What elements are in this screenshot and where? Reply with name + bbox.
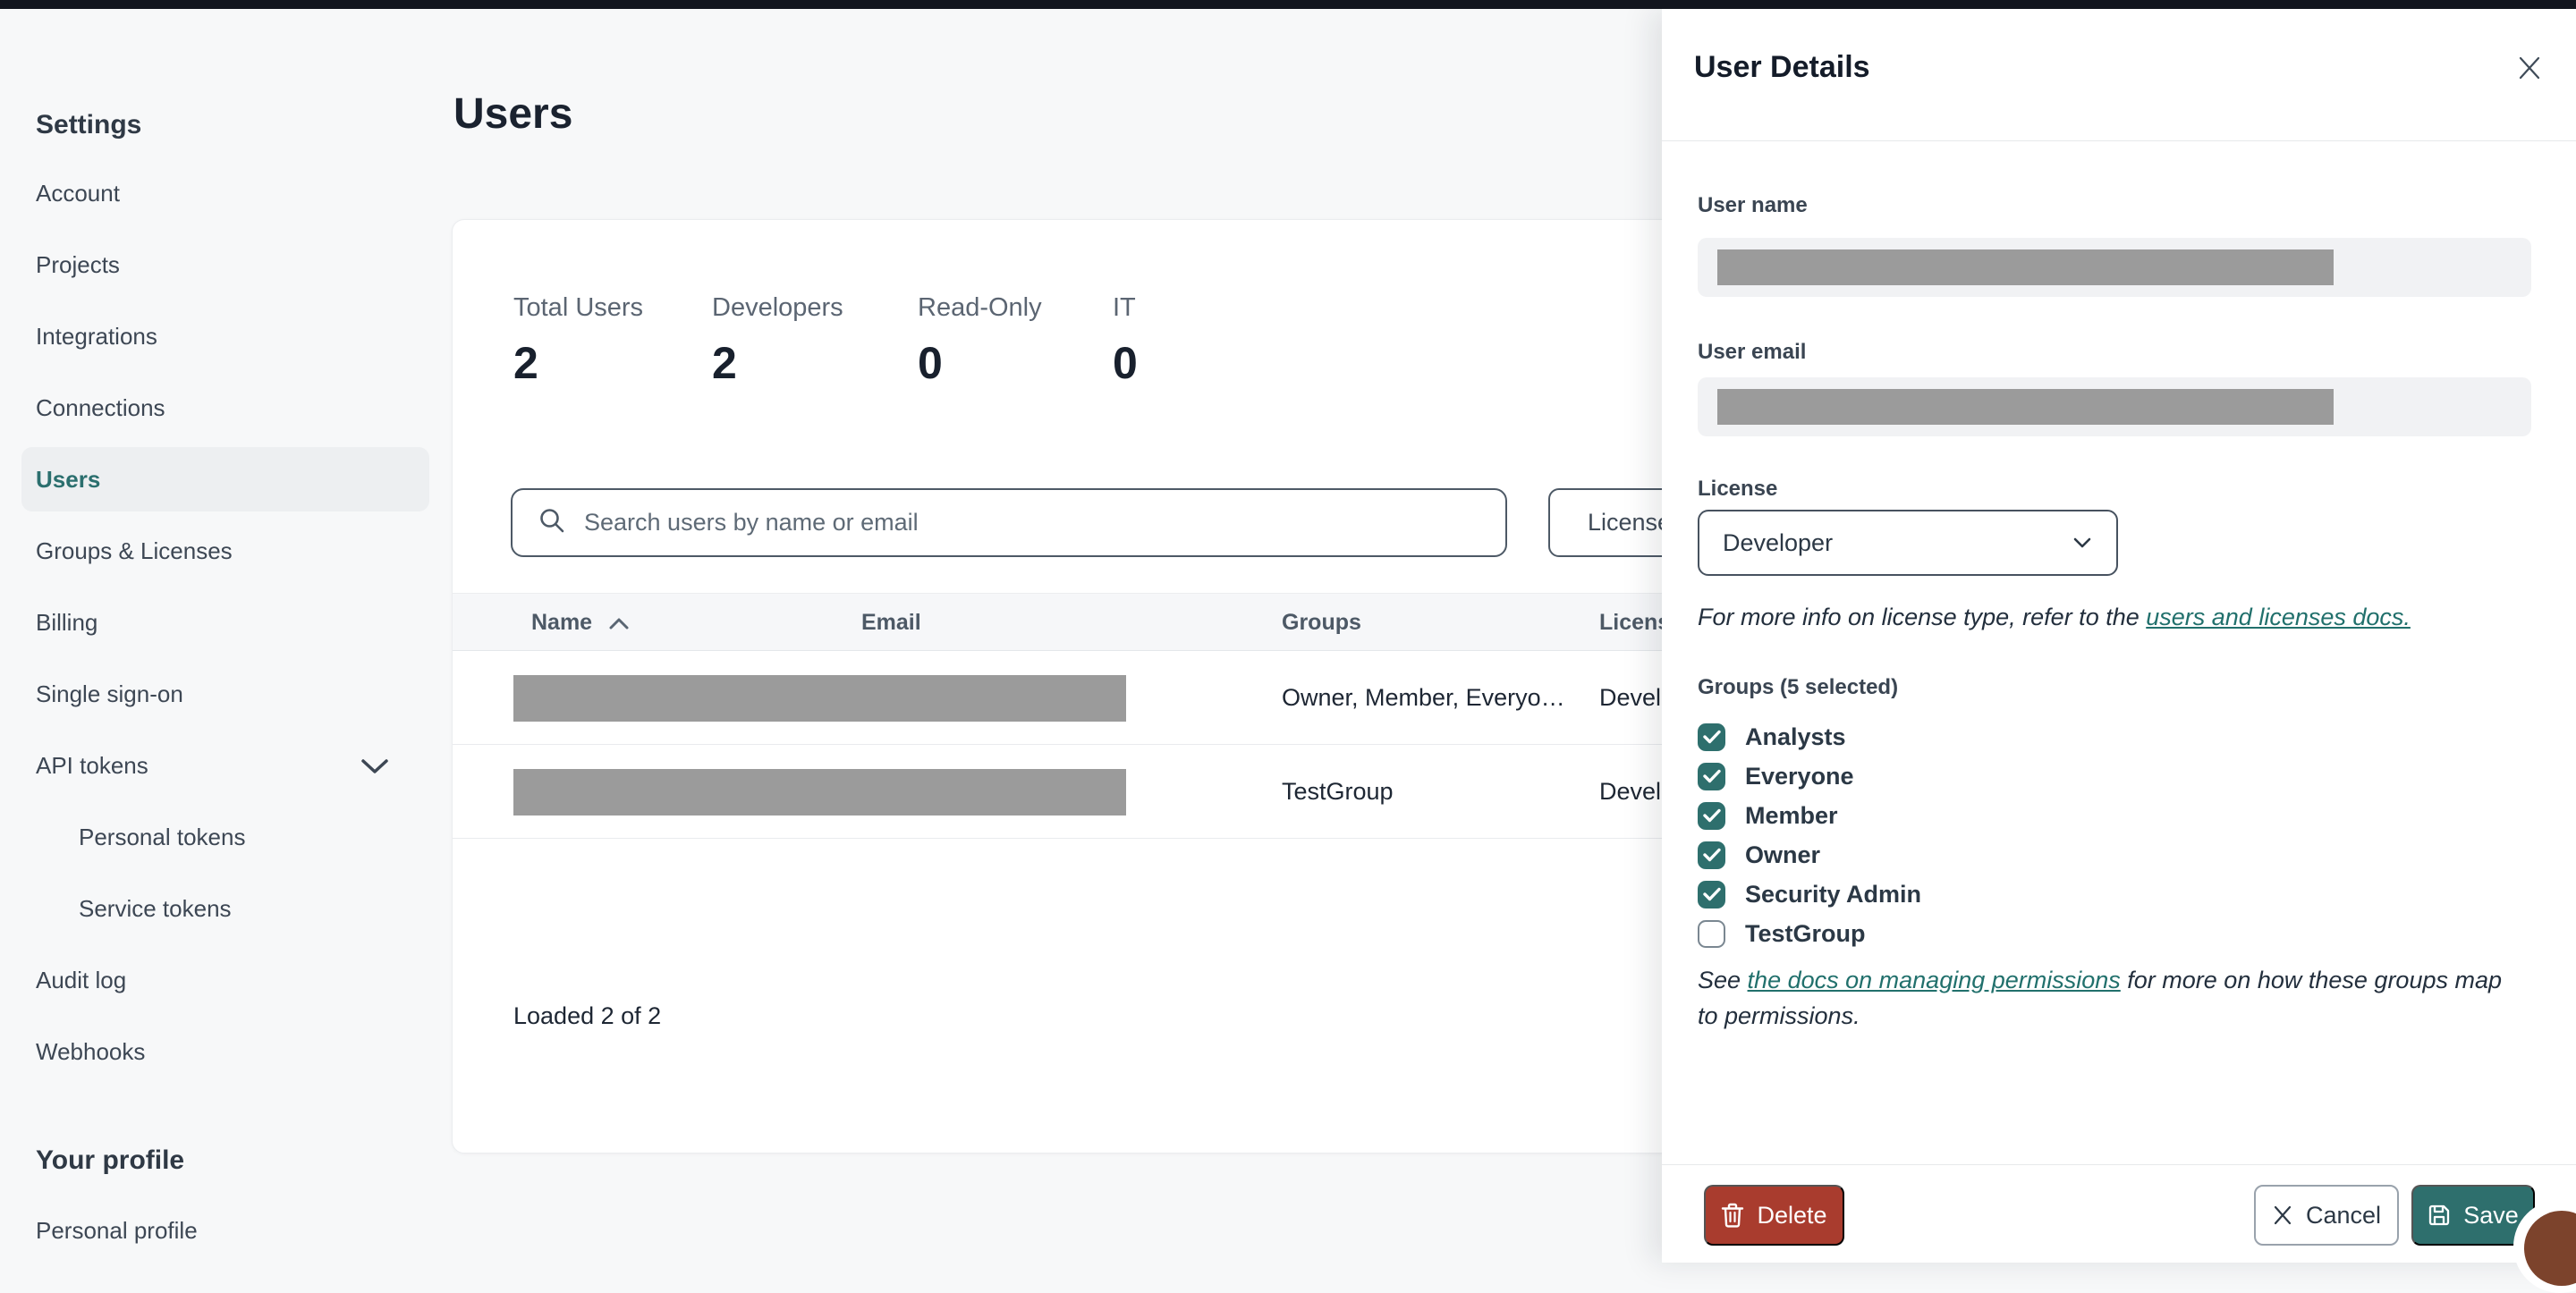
stat-value: 0	[918, 338, 943, 388]
sidebar-item-personal-profile[interactable]: Personal profile	[21, 1198, 429, 1263]
checkbox-icon[interactable]	[1698, 880, 1725, 908]
stat-value: 0	[1113, 338, 1138, 388]
groups-label: Groups (5 selected)	[1698, 675, 1899, 699]
sidebar-item-connections[interactable]: Connections	[21, 376, 429, 440]
button-label: Cancel	[2305, 1201, 2382, 1229]
column-header-name[interactable]: Name	[531, 594, 630, 652]
panel-footer: Delete Cancel Save	[1662, 1164, 2576, 1263]
checkbox-icon[interactable]	[1698, 723, 1725, 751]
checkbox-icon[interactable]	[1698, 919, 1725, 948]
group-row-analysts[interactable]: Analysts	[1698, 717, 1846, 756]
column-header-groups[interactable]: Groups	[1282, 594, 1361, 652]
trash-icon	[1722, 1203, 1744, 1228]
column-label: Email	[861, 610, 921, 635]
group-label: TestGroup	[1745, 919, 1866, 947]
checkbox-icon[interactable]	[1698, 762, 1725, 790]
user-email-label: User email	[1698, 340, 1807, 364]
sidebar-item-groups-licenses[interactable]: Groups & Licenses	[21, 519, 429, 583]
group-label: Owner	[1745, 841, 1821, 868]
stat-it: IT 0	[1113, 293, 1138, 389]
user-details-panel: User Details User name User email Licens…	[1662, 9, 2576, 1263]
search-icon	[538, 506, 566, 539]
stat-label: IT	[1113, 293, 1136, 322]
sidebar-section-your-profile: Your profile	[36, 1145, 185, 1175]
group-row-security-admin[interactable]: Security Admin	[1698, 875, 1921, 914]
stat-label: Read-Only	[918, 293, 1042, 322]
sidebar-section-settings: Settings	[36, 110, 142, 139]
button-label: Save	[2463, 1201, 2519, 1229]
chevron-up-icon	[608, 616, 630, 630]
note-text: For more info on license type, refer to …	[1698, 604, 2147, 630]
group-row-owner[interactable]: Owner	[1698, 835, 1820, 875]
top-window-bar	[0, 0, 2576, 9]
sidebar-item-single-sign-on[interactable]: Single sign-on	[21, 662, 429, 726]
license-note: For more info on license type, refer to …	[1698, 599, 2512, 635]
button-label: Delete	[1757, 1201, 1827, 1229]
group-row-everyone[interactable]: Everyone	[1698, 756, 1854, 796]
group-row-member[interactable]: Member	[1698, 796, 1838, 835]
sidebar-item-service-tokens[interactable]: Service tokens	[21, 876, 429, 941]
sidebar-item-account[interactable]: Account	[21, 161, 429, 225]
search-input[interactable]	[584, 509, 1389, 537]
managing-permissions-docs-link[interactable]: the docs on managing permissions	[1748, 967, 2121, 993]
close-icon	[2274, 1205, 2292, 1225]
stat-value: 2	[712, 338, 737, 388]
cell-groups: TestGroup	[1282, 778, 1394, 805]
checkbox-icon[interactable]	[1698, 841, 1725, 869]
user-name-label: User name	[1698, 193, 1808, 217]
redacted-name-email	[513, 769, 1126, 816]
users-licenses-docs-link[interactable]: users and licenses docs.	[2146, 604, 2411, 630]
column-label: Groups	[1282, 610, 1361, 635]
sidebar-item-api-tokens[interactable]: API tokens	[21, 733, 429, 798]
permissions-note: See the docs on managing permissions for…	[1698, 962, 2512, 1034]
column-label: Name	[531, 610, 593, 635]
table-load-status: Loaded 2 of 2	[513, 1002, 662, 1029]
group-label: Security Admin	[1745, 880, 1922, 908]
delete-button[interactable]: Delete	[1704, 1185, 1844, 1246]
cell-groups: Owner, Member, Everyo…	[1282, 684, 1565, 711]
checkbox-icon[interactable]	[1698, 801, 1725, 830]
sidebar-item-billing[interactable]: Billing	[21, 590, 429, 655]
sidebar-item-webhooks[interactable]: Webhooks	[21, 1019, 429, 1084]
license-label: License	[1698, 477, 1778, 501]
column-header-email[interactable]: Email	[861, 594, 921, 652]
close-icon[interactable]	[2513, 52, 2546, 84]
sidebar-item-personal-tokens[interactable]: Personal tokens	[21, 805, 429, 869]
group-label: Everyone	[1745, 762, 1854, 790]
sidebar-item-users[interactable]: Users	[21, 447, 429, 511]
stat-label: Total Users	[513, 293, 644, 322]
group-label: Analysts	[1745, 723, 1846, 750]
user-name-input[interactable]	[1698, 238, 2531, 297]
page-title: Users	[453, 90, 573, 138]
panel-title: User Details	[1694, 50, 1870, 84]
redacted-user-email	[1717, 389, 2334, 425]
note-text: See	[1698, 967, 1748, 993]
sidebar-item-integrations[interactable]: Integrations	[21, 304, 429, 368]
save-disk-icon	[2429, 1204, 2450, 1226]
search-users-field[interactable]	[511, 488, 1507, 557]
license-select[interactable]: Developer	[1698, 510, 2118, 576]
chevron-down-icon	[2072, 536, 2093, 550]
redacted-name-email	[513, 675, 1126, 722]
stat-value: 2	[513, 338, 538, 388]
stat-label: Developers	[712, 293, 843, 322]
stat-developers: Developers 2	[712, 293, 843, 389]
sidebar-item-projects[interactable]: Projects	[21, 232, 429, 297]
sidebar-item-label: API tokens	[36, 751, 148, 779]
stat-read-only: Read-Only 0	[918, 293, 1042, 389]
settings-sidebar: Settings Account Projects Integrations C…	[21, 0, 429, 1263]
sidebar-item-audit-log[interactable]: Audit log	[21, 948, 429, 1012]
redacted-user-name	[1717, 249, 2334, 285]
license-selected-value: Developer	[1723, 528, 1834, 556]
group-label: Member	[1745, 801, 1838, 829]
stat-total-users: Total Users 2	[513, 293, 643, 389]
user-email-input[interactable]	[1698, 377, 2531, 436]
group-row-testgroup[interactable]: TestGroup	[1698, 914, 1866, 953]
divider	[1662, 140, 2576, 141]
cancel-button[interactable]: Cancel	[2254, 1185, 2399, 1246]
chevron-down-icon	[360, 755, 390, 782]
